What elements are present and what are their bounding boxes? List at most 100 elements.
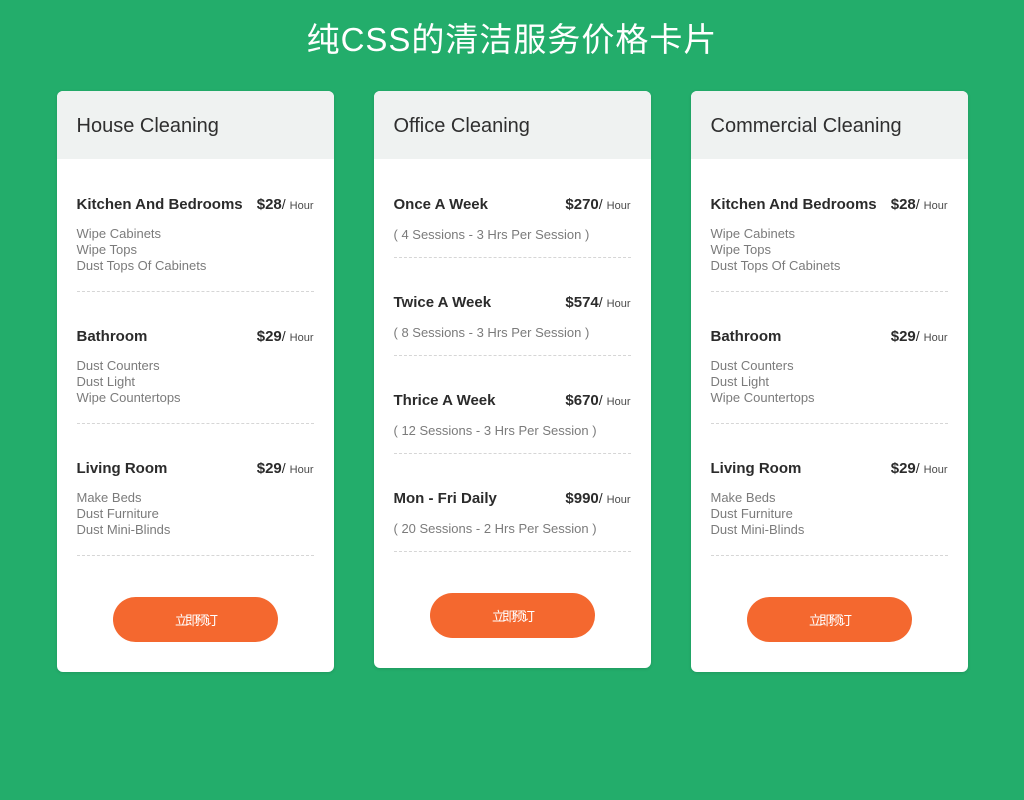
card-title: Office Cleaning: [393, 115, 530, 137]
card-action-area: 立即预订: [701, 597, 958, 672]
plan-feature-list: Dust Counters Dust Light Wipe Countertop…: [77, 358, 314, 406]
plan-item: Kitchen And Bedrooms $28 / Hour Wipe Cab…: [67, 196, 324, 292]
plan-name: Living Room: [76, 460, 168, 477]
plan-item: Living Room $29 / Hour Make Beds Dust Fu…: [701, 460, 958, 556]
plan-price-group: $990 / Hour: [565, 490, 630, 507]
book-now-button-label: 立即预订: [174, 613, 218, 628]
plan-item: Twice A Week $574 / Hour ( 8 Sessions - …: [384, 294, 641, 356]
card-header: Office Cleaning: [373, 91, 651, 159]
plan-unit: Hour: [289, 200, 314, 212]
plan-price: $28: [890, 196, 916, 213]
plan-per-separator: /: [915, 328, 920, 344]
plan-price-group: $29 / Hour: [891, 460, 948, 477]
plan-divider: [76, 555, 314, 556]
plan-header: Living Room $29 / Hour: [77, 460, 314, 478]
plan-feature: Dust Mini-Blinds: [710, 522, 805, 537]
card-body: Kitchen And Bedrooms $28 / Hour Wipe Cab…: [691, 159, 968, 672]
plan-note: ( 12 Sessions - 3 Hrs Per Session ): [393, 423, 597, 438]
plan-name: Thrice A Week: [393, 392, 496, 409]
plan-feature-list: Wipe Cabinets Wipe Tops Dust Tops Of Cab…: [711, 226, 948, 274]
plan-note: ( 8 Sessions - 3 Hrs Per Session ): [393, 325, 590, 340]
book-now-button[interactable]: 立即预订: [746, 597, 912, 642]
plan-divider: [393, 453, 631, 454]
card-action-area: 立即预订: [384, 593, 641, 668]
plan-per-separator: /: [281, 328, 286, 344]
plan-price-group: $29 / Hour: [257, 460, 314, 477]
book-now-button[interactable]: 立即预订: [429, 593, 595, 638]
plan-price: $270: [565, 196, 599, 213]
plan-price: $29: [256, 328, 282, 345]
plan-name: Twice A Week: [393, 294, 492, 311]
plan-item: Bathroom $29 / Hour Dust Counters Dust L…: [701, 328, 958, 424]
plan-feature: Wipe Countertops: [710, 390, 815, 405]
book-now-button-label: 立即预订: [491, 609, 535, 624]
plan-price: $670: [565, 392, 599, 409]
card-header: House Cleaning: [56, 91, 334, 159]
plan-item: Mon - Fri Daily $990 / Hour ( 20 Session…: [384, 490, 641, 552]
plan-feature: Dust Counters: [710, 358, 794, 373]
plan-feature: Dust Tops Of Cabinets: [76, 258, 207, 273]
plan-name: Once A Week: [393, 196, 488, 213]
plan-feature: Make Beds: [76, 490, 142, 505]
plan-unit: Hour: [606, 298, 631, 310]
plan-unit: Hour: [923, 332, 948, 344]
plan-price: $29: [890, 328, 916, 345]
plan-price-group: $29 / Hour: [257, 328, 314, 345]
book-now-button[interactable]: 立即预订: [112, 597, 278, 642]
plan-item: Once A Week $270 / Hour ( 4 Sessions - 3…: [384, 196, 641, 258]
plan-price-group: $574 / Hour: [565, 294, 630, 311]
plan-feature: Wipe Cabinets: [710, 226, 796, 241]
plan-feature: Dust Counters: [76, 358, 160, 373]
plan-item: Bathroom $29 / Hour Dust Counters Dust L…: [67, 328, 324, 424]
plan-unit: Hour: [606, 396, 631, 408]
page-title: 纯CSS的清洁服务价格卡片: [306, 21, 718, 58]
plan-price: $29: [256, 460, 282, 477]
plan-header: Thrice A Week $670 / Hour: [394, 392, 631, 410]
plan-divider: [76, 291, 314, 292]
plan-name: Bathroom: [710, 328, 782, 345]
plan-feature-list: Wipe Cabinets Wipe Tops Dust Tops Of Cab…: [77, 226, 314, 274]
plan-per-separator: /: [598, 196, 603, 212]
pricing-card-office-cleaning: Office Cleaning Once A Week $270 / Hour …: [373, 91, 651, 668]
plan-header: Twice A Week $574 / Hour: [394, 294, 631, 312]
plan-feature-list: Dust Counters Dust Light Wipe Countertop…: [711, 358, 948, 406]
plan-feature: Dust Tops Of Cabinets: [710, 258, 841, 273]
plan-per-separator: /: [915, 196, 920, 212]
plan-note: ( 20 Sessions - 2 Hrs Per Session ): [393, 521, 597, 536]
plan-unit: Hour: [606, 200, 631, 212]
plan-header: Kitchen And Bedrooms $28 / Hour: [77, 196, 314, 214]
pricing-card-house-cleaning: House Cleaning Kitchen And Bedrooms $28 …: [56, 91, 334, 672]
plan-per-separator: /: [281, 196, 286, 212]
plan-divider: [710, 291, 948, 292]
plan-name: Living Room: [710, 460, 802, 477]
pricing-card-commercial-cleaning: Commercial Cleaning Kitchen And Bedrooms…: [690, 91, 968, 672]
plan-per-separator: /: [598, 490, 603, 506]
book-now-button-label: 立即预订: [808, 613, 852, 628]
plan-header: Mon - Fri Daily $990 / Hour: [394, 490, 631, 508]
plan-unit: Hour: [289, 332, 314, 344]
plan-unit: Hour: [923, 464, 948, 476]
plan-price: $574: [565, 294, 599, 311]
plan-name: Kitchen And Bedrooms: [76, 196, 243, 213]
plan-name: Bathroom: [76, 328, 148, 345]
plan-divider: [393, 355, 631, 356]
pricing-cards-row: House Cleaning Kitchen And Bedrooms $28 …: [0, 91, 1024, 672]
plan-divider: [710, 555, 948, 556]
plan-price: $990: [565, 490, 599, 507]
card-action-area: 立即预订: [67, 597, 324, 672]
card-title: Commercial Cleaning: [710, 115, 902, 137]
plan-feature: Dust Light: [710, 374, 770, 389]
plan-feature: Dust Mini-Blinds: [76, 522, 171, 537]
plan-unit: Hour: [289, 464, 314, 476]
plan-header: Kitchen And Bedrooms $28 / Hour: [711, 196, 948, 214]
plan-feature: Wipe Tops: [710, 242, 771, 257]
plan-per-separator: /: [598, 294, 603, 310]
plan-note: ( 4 Sessions - 3 Hrs Per Session ): [393, 227, 590, 242]
card-body: Kitchen And Bedrooms $28 / Hour Wipe Cab…: [57, 159, 334, 672]
plan-divider: [710, 423, 948, 424]
plan-header: Living Room $29 / Hour: [711, 460, 948, 478]
plan-feature: Dust Light: [76, 374, 136, 389]
plan-name: Mon - Fri Daily: [393, 490, 497, 507]
plan-feature-list: Make Beds Dust Furniture Dust Mini-Blind…: [77, 490, 314, 538]
plan-feature: Wipe Tops: [76, 242, 137, 257]
